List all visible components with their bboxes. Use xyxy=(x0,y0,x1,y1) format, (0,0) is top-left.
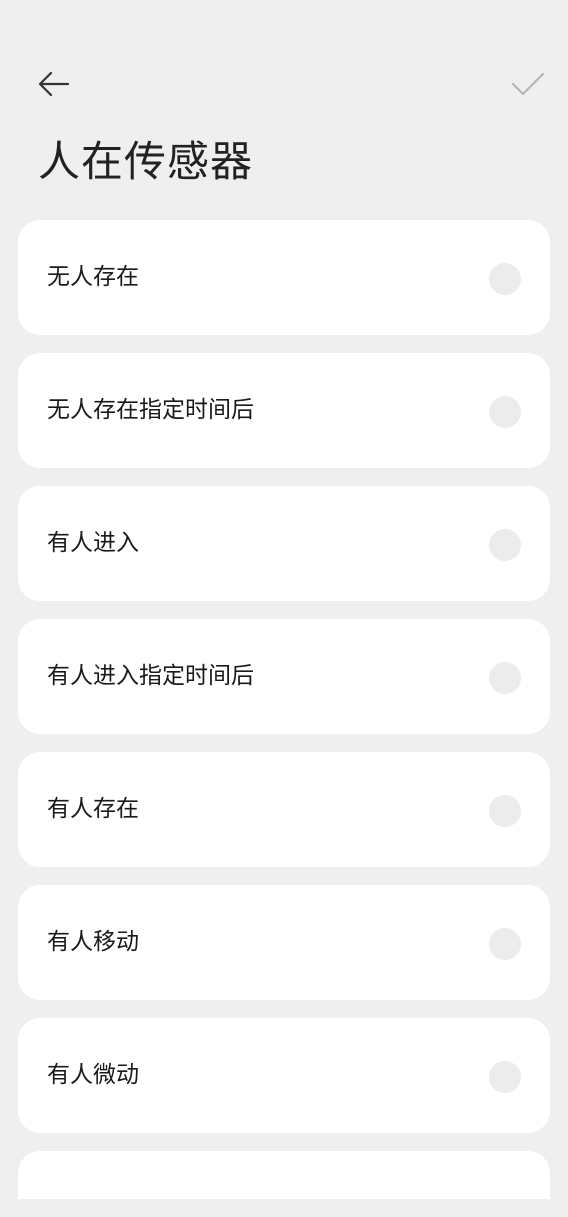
option-someone-enters[interactable]: 有人进入 xyxy=(18,486,550,601)
option-next-partial[interactable] xyxy=(18,1151,550,1199)
option-label: 有人进入 xyxy=(47,530,139,556)
trigger-option-list: 无人存在 无人存在指定时间后 有人进入 有人进入指定时间后 有人存在 有人移动 … xyxy=(18,220,550,1217)
back-button[interactable] xyxy=(32,64,76,104)
arrow-left-icon xyxy=(38,71,70,97)
option-label: 有人微动 xyxy=(47,1062,139,1088)
checkmark-icon xyxy=(511,72,545,96)
option-label: 无人存在指定时间后 xyxy=(47,397,254,423)
radio-button[interactable] xyxy=(489,263,521,295)
radio-button[interactable] xyxy=(489,529,521,561)
option-someone-moving[interactable]: 有人移动 xyxy=(18,885,550,1000)
radio-button[interactable] xyxy=(489,662,521,694)
option-label: 有人存在 xyxy=(47,796,139,822)
top-bar xyxy=(0,60,568,108)
radio-button[interactable] xyxy=(489,928,521,960)
radio-button[interactable] xyxy=(489,1061,521,1093)
page-title: 人在传感器 xyxy=(38,137,254,186)
confirm-button[interactable] xyxy=(506,64,550,104)
option-no-one-present[interactable]: 无人存在 xyxy=(18,220,550,335)
option-someone-enters-after-time[interactable]: 有人进入指定时间后 xyxy=(18,619,550,734)
radio-button[interactable] xyxy=(489,795,521,827)
radio-button[interactable] xyxy=(489,396,521,428)
option-someone-micro-motion[interactable]: 有人微动 xyxy=(18,1018,550,1133)
option-label: 无人存在 xyxy=(47,264,139,290)
option-no-one-present-after-time[interactable]: 无人存在指定时间后 xyxy=(18,353,550,468)
option-label: 有人移动 xyxy=(47,929,139,955)
option-someone-present[interactable]: 有人存在 xyxy=(18,752,550,867)
option-label: 有人进入指定时间后 xyxy=(47,663,254,689)
